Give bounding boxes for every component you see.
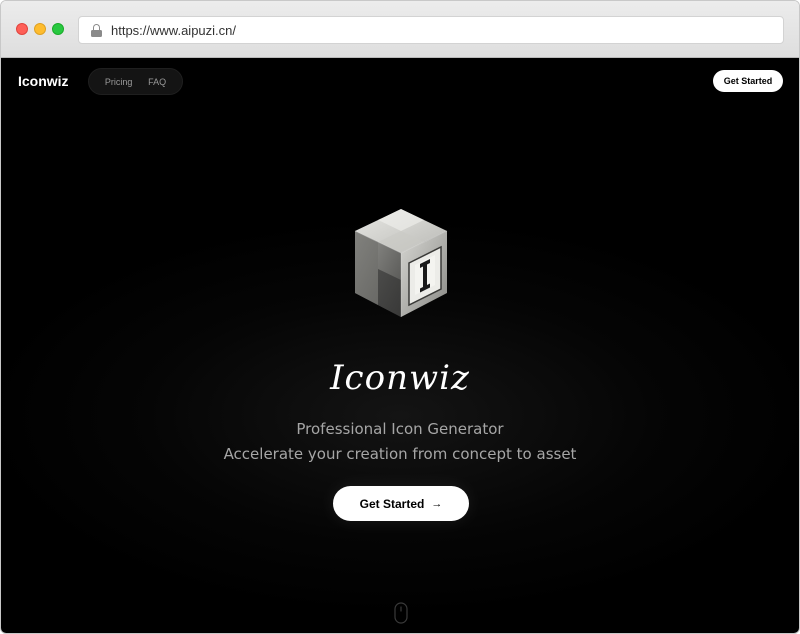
nav-menu: Pricing FAQ	[88, 68, 183, 95]
hero-subtitle: Professional Icon Generator	[296, 420, 504, 438]
hero-title: Iconwiz	[330, 358, 470, 398]
address-bar[interactable]: https://www.aipuzi.cn/	[78, 16, 784, 44]
hero-cta-label: Get Started	[359, 496, 425, 511]
hero-tagline: Accelerate your creation from concept to…	[223, 445, 577, 463]
browser-window: https://www.aipuzi.cn/ Iconwiz Pricing F…	[0, 0, 800, 634]
minimize-window-button[interactable]	[34, 23, 46, 35]
hero-get-started-button[interactable]: Get Started →	[333, 486, 469, 521]
nav-link-pricing[interactable]: Pricing	[105, 77, 133, 87]
brand-logo-text[interactable]: Iconwiz	[18, 73, 69, 89]
landing-page: Iconwiz Pricing FAQ Get Started Iconwiz …	[1, 58, 799, 633]
mouse-scroll-icon[interactable]	[394, 602, 408, 624]
maximize-window-button[interactable]	[52, 23, 64, 35]
close-window-button[interactable]	[16, 23, 28, 35]
arrow-right-icon: →	[431, 497, 443, 510]
url-text[interactable]: https://www.aipuzi.cn/	[111, 23, 236, 38]
nav-get-started-button[interactable]: Get Started	[713, 70, 783, 92]
cube-logo-icon	[353, 207, 449, 319]
nav-link-faq[interactable]: FAQ	[148, 77, 166, 87]
browser-toolbar: https://www.aipuzi.cn/	[1, 1, 799, 58]
lock-icon	[91, 23, 102, 37]
